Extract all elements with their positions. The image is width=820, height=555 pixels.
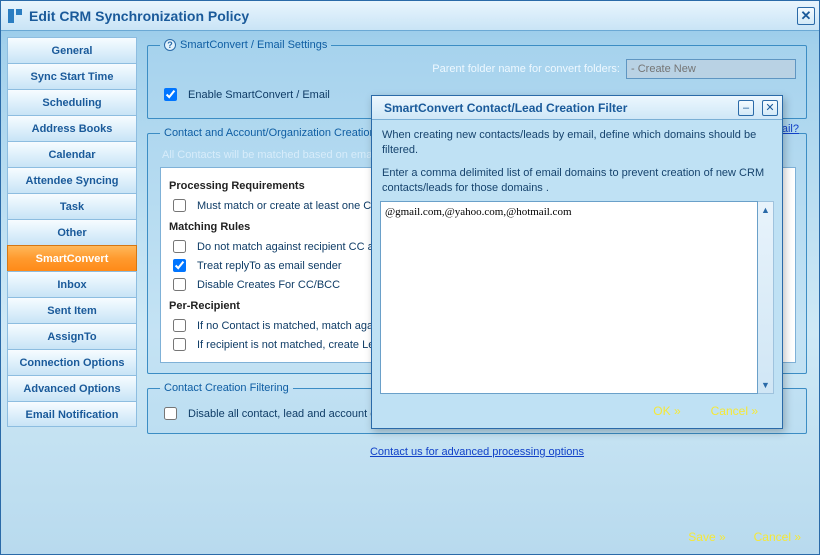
contact-us-link[interactable]: Contact us for advanced processing optio… — [370, 446, 584, 458]
window-close-button[interactable]: ✕ — [797, 7, 815, 25]
close-icon: ✕ — [765, 101, 774, 114]
filter-modal: SmartConvert Contact/Lead Creation Filte… — [371, 95, 783, 429]
modal-minimize-button[interactable]: – — [738, 100, 754, 116]
domain-filter-textarea[interactable] — [380, 201, 758, 394]
parent-folder-input[interactable] — [626, 59, 796, 79]
minimize-icon: – — [743, 102, 749, 114]
modal-title: SmartConvert Contact/Lead Creation Filte… — [384, 101, 730, 115]
modal-textarea-wrap: ▲ ▼ — [372, 195, 782, 394]
help-icon[interactable]: ? — [164, 39, 176, 51]
disable-cc-checkbox[interactable] — [173, 278, 186, 291]
sidebar-item-email-notification[interactable]: Email Notification — [7, 401, 137, 427]
creation-legend: Contact and Account/Organization Creatio… — [160, 127, 380, 139]
sidebar-item-connection-options[interactable]: Connection Options — [7, 349, 137, 375]
sidebar-item-calendar[interactable]: Calendar — [7, 141, 137, 167]
if-no-contact-checkbox[interactable] — [173, 319, 186, 332]
sidebar: General Sync Start Time Scheduling Addre… — [1, 31, 141, 554]
filtering-legend: Contact Creation Filtering — [160, 382, 293, 394]
modal-ok-button[interactable]: OK » — [653, 404, 680, 418]
window-title: Edit CRM Synchronization Policy — [29, 8, 797, 24]
disable-all-checkbox[interactable] — [164, 407, 177, 420]
main-window: Edit CRM Synchronization Policy ✕ Genera… — [0, 0, 820, 555]
enable-smartconvert-label: Enable SmartConvert / Email — [188, 89, 330, 101]
enable-smartconvert-checkbox[interactable] — [164, 88, 177, 101]
sidebar-item-address-books[interactable]: Address Books — [7, 115, 137, 141]
modal-actions: OK » Cancel » — [372, 394, 782, 428]
must-match-checkbox[interactable] — [173, 199, 186, 212]
sidebar-item-assignto[interactable]: AssignTo — [7, 323, 137, 349]
cancel-button[interactable]: Cancel » — [754, 530, 801, 544]
contact-us-row: Contact us for advanced processing optio… — [147, 442, 807, 460]
modal-close-button[interactable]: ✕ — [762, 100, 778, 116]
footer-actions: Save » Cancel » — [688, 530, 801, 544]
sidebar-item-scheduling[interactable]: Scheduling — [7, 89, 137, 115]
save-button[interactable]: Save » — [688, 530, 725, 544]
sidebar-item-general[interactable]: General — [7, 37, 137, 63]
parent-folder-label: Parent folder name for convert folders: — [432, 63, 620, 75]
app-logo-icon — [7, 8, 23, 24]
replyto-label: Treat replyTo as email sender — [197, 260, 342, 272]
smartconvert-legend-text: SmartConvert / Email Settings — [180, 39, 327, 51]
modal-titlebar: SmartConvert Contact/Lead Creation Filte… — [372, 96, 782, 120]
close-icon: ✕ — [801, 8, 812, 24]
textarea-scrollbar[interactable]: ▲ ▼ — [758, 201, 774, 394]
sidebar-item-sent-item[interactable]: Sent Item — [7, 297, 137, 323]
disable-cc-label: Disable Creates For CC/BCC — [197, 279, 340, 291]
sidebar-item-other[interactable]: Other — [7, 219, 137, 245]
smartconvert-settings-legend: ? SmartConvert / Email Settings — [160, 39, 331, 51]
modal-cancel-button[interactable]: Cancel » — [711, 404, 758, 418]
if-recipient-label: If recipient is not matched, create Lead — [197, 339, 387, 351]
sidebar-item-inbox[interactable]: Inbox — [7, 271, 137, 297]
sidebar-item-advanced-options[interactable]: Advanced Options — [7, 375, 137, 401]
sidebar-item-task[interactable]: Task — [7, 193, 137, 219]
sidebar-item-smartconvert[interactable]: SmartConvert — [7, 245, 137, 271]
if-recipient-checkbox[interactable] — [173, 338, 186, 351]
scroll-up-icon[interactable]: ▲ — [758, 202, 773, 218]
parent-folder-row: Parent folder name for convert folders: — [160, 59, 796, 79]
modal-desc-1: When creating new contacts/leads by emai… — [372, 120, 782, 158]
no-cc-checkbox[interactable] — [173, 240, 186, 253]
titlebar: Edit CRM Synchronization Policy ✕ — [1, 1, 819, 31]
sidebar-item-sync-start-time[interactable]: Sync Start Time — [7, 63, 137, 89]
scroll-down-icon[interactable]: ▼ — [758, 377, 773, 393]
sidebar-item-attendee-syncing[interactable]: Attendee Syncing — [7, 167, 137, 193]
modal-desc-2: Enter a comma delimited list of email do… — [372, 158, 782, 196]
replyto-checkbox[interactable] — [173, 259, 186, 272]
